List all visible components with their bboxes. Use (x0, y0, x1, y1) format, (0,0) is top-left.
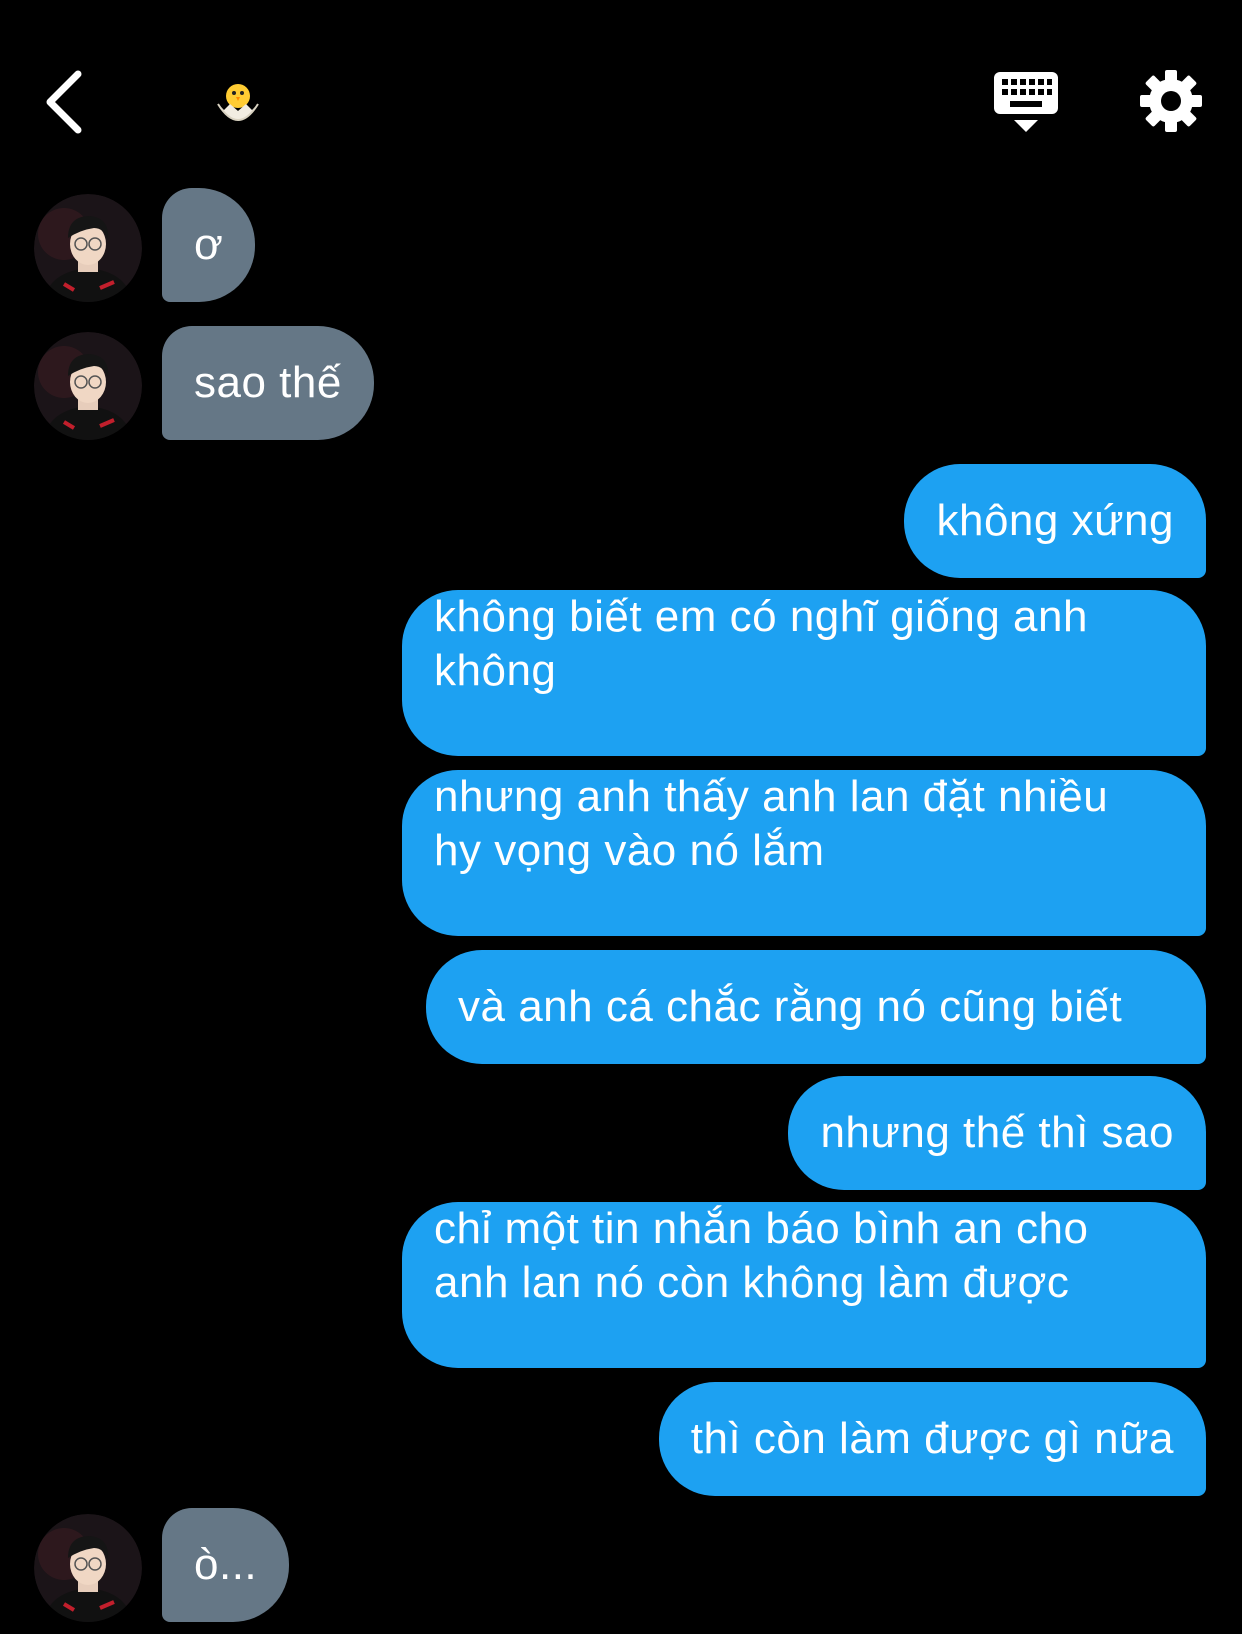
message-text: và anh cá chắc rằng nó cũng biết (458, 982, 1123, 1031)
message-text: anh lan nó còn không làm được (434, 1258, 1070, 1307)
message-text: sao thế (194, 358, 342, 407)
contact-avatar[interactable] (34, 194, 142, 302)
message-text: không (434, 646, 557, 695)
message-bubble-outgoing[interactable]: thì còn làm được gì nữa (658, 1382, 1206, 1496)
message-text: ò... (194, 1540, 258, 1589)
message-bubble-outgoing[interactable]: nhưng thế thì sao (788, 1076, 1206, 1190)
message-bubble-incoming[interactable]: ò... (162, 1508, 290, 1622)
message-bubble-incoming[interactable]: ơ (162, 188, 256, 302)
message-bubble-outgoing[interactable]: không biết em có nghĩ giống anh không (402, 590, 1206, 756)
message-thread: ơ sao thế không xứng không biết em có ng… (0, 0, 1242, 1634)
message-text: nhưng anh thấy anh lan đặt nhiều (434, 772, 1109, 821)
message-text: ơ (194, 220, 224, 269)
message-text: thì còn làm được gì nữa (690, 1414, 1174, 1463)
contact-avatar[interactable] (34, 332, 142, 440)
message-text: không biết em có nghĩ giống anh (434, 592, 1088, 641)
message-bubble-outgoing[interactable]: không xứng (904, 464, 1206, 578)
message-text: không xứng (936, 496, 1174, 545)
message-bubble-outgoing[interactable]: chỉ một tin nhắn báo bình an cho anh lan… (402, 1202, 1206, 1368)
contact-avatar[interactable] (34, 1514, 142, 1622)
message-text: hy vọng vào nó lắm (434, 826, 825, 875)
message-text: chỉ một tin nhắn báo bình an cho (434, 1204, 1089, 1253)
message-bubble-outgoing[interactable]: và anh cá chắc rằng nó cũng biết (426, 950, 1206, 1064)
message-bubble-incoming[interactable]: sao thế (162, 326, 374, 440)
message-bubble-outgoing[interactable]: nhưng anh thấy anh lan đặt nhiều hy vọng… (402, 770, 1206, 936)
message-text: nhưng thế thì sao (820, 1108, 1174, 1157)
